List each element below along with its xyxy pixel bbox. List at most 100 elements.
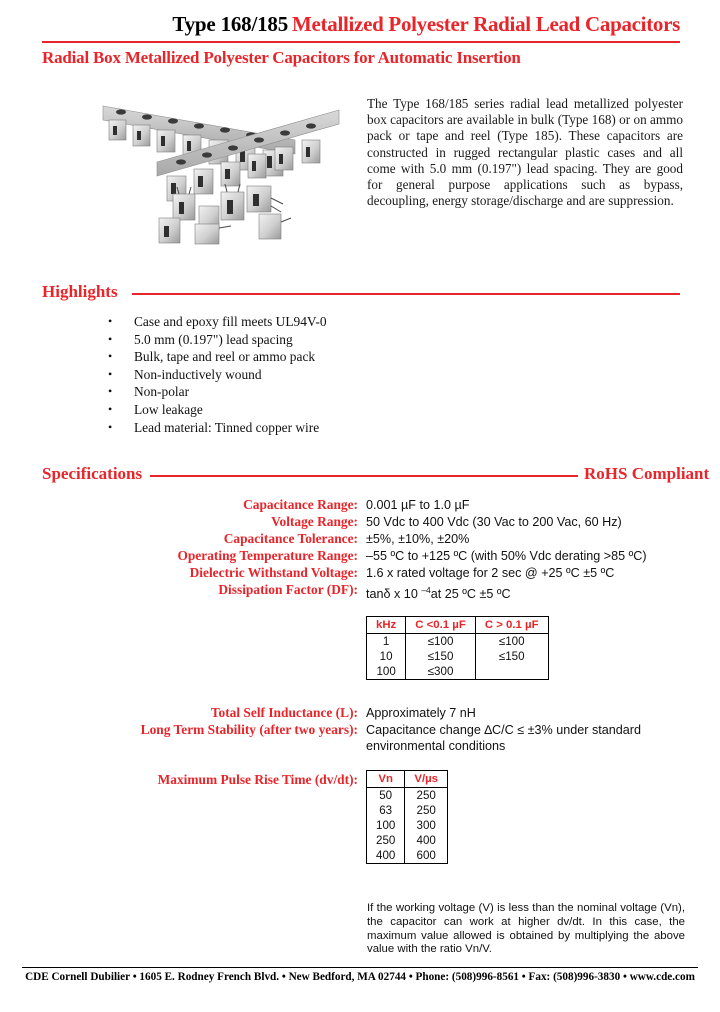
highlight-text: Lead material: Tinned copper wire <box>134 419 320 435</box>
table-cell: 100 <box>366 818 406 833</box>
spec-value: 1.6 x rated voltage for 2 sec @ +25 ºC ±… <box>366 566 615 580</box>
list-item: • Case and epoxy fill meets UL94V-0 <box>108 313 538 331</box>
capacitor-photo-graphic <box>95 88 345 253</box>
highlights-rule <box>132 293 680 295</box>
list-item: • 5.0 mm (0.197") lead spacing <box>108 331 538 349</box>
table-cell: ≤100 <box>498 635 525 648</box>
highlight-text: 5.0 mm (0.197") lead spacing <box>134 331 293 347</box>
column-header: C <0.1 µF <box>405 616 476 634</box>
spec-label: Maximum Pulse Rise Time (dv/dt): <box>157 772 358 787</box>
column-header: V/µs <box>404 770 448 788</box>
spec-label: Dielectric Withstand Voltage: <box>189 565 358 580</box>
table-header-row: Vn V/µs <box>366 770 448 788</box>
table-cell: 100 <box>366 664 407 680</box>
table-cell <box>475 664 548 680</box>
list-item: • Low leakage <box>108 401 538 419</box>
table-row: 100 300 <box>366 818 448 833</box>
spec-row: Capacitance Tolerance: ±5%, ±10%, ±20% <box>40 531 688 547</box>
table-header-row: kHz C <0.1 µF C > 0.1 µF <box>366 616 549 634</box>
rohs-badge: RoHS Compliant <box>584 464 710 483</box>
bullet-icon: • <box>108 314 113 328</box>
table-row: 10 ≤150 ≤150 <box>366 649 549 664</box>
table-cell: 63 <box>366 803 406 818</box>
table-cell: ≤150 <box>498 650 525 663</box>
table-cell: ≤100 <box>405 633 476 649</box>
dissipation-factor-table-wrapper: kHz C <0.1 µF C > 0.1 µF 1 ≤100 ≤100 10 … <box>366 616 549 680</box>
spec-row: Dielectric Withstand Voltage: 1.6 x rate… <box>40 565 688 581</box>
spec-value: 50 Vdc to 400 Vdc (30 Vac to 200 Vac, 60… <box>366 515 622 529</box>
table-cell: 400 <box>416 834 436 847</box>
spec-row: Operating Temperature Range: –55 ºC to +… <box>40 548 688 564</box>
spec-row: Maximum Pulse Rise Time (dv/dt): <box>40 772 688 788</box>
highlight-text: Bulk, tape and reel or ammo pack <box>134 349 316 365</box>
spec-row-dissipation-factor: Dissipation Factor (DF): tanδ x 10 –4at … <box>40 582 688 602</box>
table-row: 250 400 <box>366 833 448 848</box>
spec-value: tanδ x 10 –4at 25 ºC ±5 ºC <box>366 582 688 602</box>
highlight-text: Non-polar <box>134 384 190 400</box>
spec-value: Approximately 7 nH <box>366 706 476 720</box>
table-cell: 600 <box>416 849 436 862</box>
table-cell: 250 <box>416 789 436 802</box>
list-item: • Non-inductively wound <box>108 366 538 384</box>
df-value-prefix: tanδ x 10 <box>366 587 422 602</box>
specifications-list-pulse: Maximum Pulse Rise Time (dv/dt): <box>40 772 688 789</box>
list-item: • Lead material: Tinned copper wire <box>108 419 538 437</box>
table-row: 1 ≤100 ≤100 <box>366 633 549 649</box>
spec-value: 0.001 µF to 1.0 µF <box>366 498 470 512</box>
column-header: Vn <box>366 770 406 788</box>
page-subtitle: Radial Box Metallized Polyester Capacito… <box>42 48 521 67</box>
list-item: • Bulk, tape and reel or ammo pack <box>108 348 538 366</box>
footer-contact-line: CDE Cornell Dubilier • 1605 E. Rodney Fr… <box>25 971 695 983</box>
pulse-rise-time-note: If the working voltage (V) is less than … <box>367 902 685 956</box>
page-title: Type 168/185 Metallized Polyester Radial… <box>42 12 680 37</box>
table-cell: 50 <box>366 787 406 803</box>
spec-label: Capacitance Range: <box>243 497 358 512</box>
specifications-list-secondary: Total Self Inductance (L): Approximately… <box>40 705 688 755</box>
bullet-icon: • <box>108 366 113 381</box>
column-header: C > 0.1 µF <box>475 616 549 634</box>
pulse-rise-time-table: Vn V/µs 50 250 63 250 100 300 250 400 40… <box>366 770 449 864</box>
spec-label: Dissipation Factor (DF): <box>218 582 358 597</box>
spec-label: Operating Temperature Range: <box>177 548 358 563</box>
highlights-heading: Highlights <box>42 282 118 301</box>
table-row: 400 600 <box>366 848 448 864</box>
highlight-text: Case and epoxy fill meets UL94V-0 <box>134 314 327 329</box>
spec-row: Capacitance Range: 0.001 µF to 1.0 µF <box>40 497 688 513</box>
table-cell: ≤300 <box>405 664 476 680</box>
table-cell: 250 <box>416 804 436 817</box>
bullet-icon: • <box>108 401 113 416</box>
spec-row: Long Term Stability (after two years): C… <box>40 722 688 754</box>
spec-label: Voltage Range: <box>271 514 358 529</box>
spec-label: Long Term Stability (after two years): <box>140 722 358 737</box>
spec-value: –55 ºC to +125 ºC (with 50% Vdc derating… <box>366 549 647 563</box>
spec-row: Voltage Range: 50 Vdc to 400 Vdc (30 Vac… <box>40 514 688 530</box>
highlights-list: • Case and epoxy fill meets UL94V-0 • 5.… <box>108 313 538 436</box>
footer-rule <box>22 967 698 969</box>
list-item: • Non-polar <box>108 383 538 401</box>
bullet-icon: • <box>108 349 113 364</box>
specifications-rule <box>150 475 578 477</box>
bullet-icon: • <box>108 419 113 434</box>
table-cell: 1 <box>366 633 407 649</box>
column-header: kHz <box>366 616 407 634</box>
table-cell: ≤150 <box>405 649 476 664</box>
spec-row: Total Self Inductance (L): Approximately… <box>40 705 688 721</box>
df-value-suffix: at 25 ºC ±5 ºC <box>430 587 511 602</box>
table-row: 50 250 <box>366 787 448 803</box>
pulse-rise-time-table-wrapper: Vn V/µs 50 250 63 250 100 300 250 400 40… <box>366 770 449 864</box>
datasheet-page: Type 168/185 Metallized Polyester Radial… <box>0 0 720 1012</box>
product-photo <box>95 88 345 253</box>
table-cell: 300 <box>416 819 436 832</box>
table-cell: 250 <box>366 833 406 848</box>
spec-label: Total Self Inductance (L): <box>210 705 358 720</box>
bullet-icon: • <box>108 384 113 399</box>
header-rule <box>42 41 680 43</box>
dissipation-factor-table: kHz C <0.1 µF C > 0.1 µF 1 ≤100 ≤100 10 … <box>366 616 549 680</box>
intro-paragraph: The Type 168/185 series radial lead meta… <box>367 96 683 209</box>
highlight-text: Low leakage <box>134 401 203 417</box>
title-type-label: Type 168/185 <box>172 12 289 36</box>
bullet-icon: • <box>108 331 113 346</box>
table-row: 63 250 <box>366 803 448 818</box>
specifications-list: Capacitance Range: 0.001 µF to 1.0 µF Vo… <box>40 497 688 603</box>
spec-label: Capacitance Tolerance: <box>223 531 358 546</box>
